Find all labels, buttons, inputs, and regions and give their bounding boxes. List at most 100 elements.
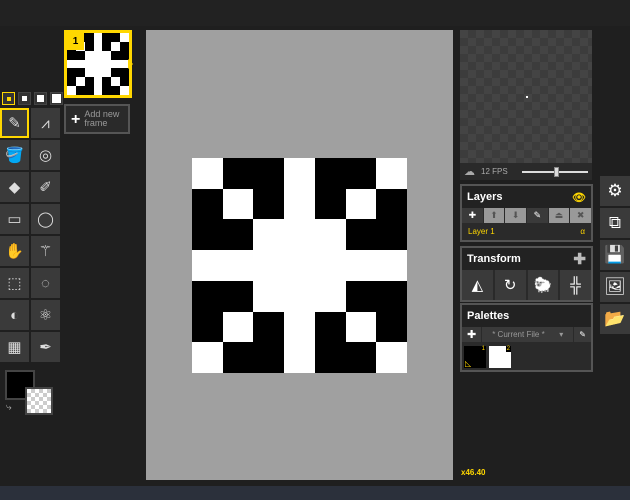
rotate-icon[interactable]: ↻: [494, 270, 526, 300]
swap-colors-icon[interactable]: ⤷: [6, 402, 12, 413]
add-frame-button[interactable]: + Add new frame: [64, 104, 130, 134]
edit-palette-button[interactable]: ✎: [574, 327, 591, 342]
settings-button[interactable]: ⚙: [600, 176, 630, 206]
pixel[interactable]: [222, 311, 254, 343]
pixel[interactable]: [376, 219, 407, 251]
add-layer-button[interactable]: ✚: [462, 208, 483, 223]
pixel[interactable]: [314, 219, 346, 251]
tool-paint-bucket[interactable]: 🪣: [0, 140, 29, 170]
export-button[interactable]: 🖼: [600, 272, 630, 302]
pixel[interactable]: [284, 158, 315, 189]
pixel[interactable]: [345, 188, 377, 220]
open-button[interactable]: 📂: [600, 304, 630, 334]
pixel-canvas[interactable]: [192, 158, 407, 373]
pixel[interactable]: [222, 158, 254, 189]
pixel[interactable]: [345, 280, 377, 312]
pixel[interactable]: [314, 158, 346, 189]
pixel[interactable]: [192, 158, 223, 189]
pixel[interactable]: [192, 342, 223, 373]
pixel[interactable]: [222, 188, 254, 220]
pixel[interactable]: [253, 311, 285, 343]
pixel[interactable]: [376, 250, 407, 281]
pixel[interactable]: [284, 219, 315, 251]
pixel[interactable]: [192, 311, 223, 343]
pixel[interactable]: [376, 342, 407, 373]
pen-size-2[interactable]: [18, 92, 31, 105]
tool-stroke[interactable]: ✐: [31, 172, 60, 202]
tool-color-picker[interactable]: ✒: [31, 332, 60, 362]
frame-thumbnail[interactable]: 1: [64, 30, 133, 98]
edit-layer-button[interactable]: ✎: [527, 208, 548, 223]
tool-circle[interactable]: ◯: [31, 204, 60, 234]
pixel[interactable]: [314, 342, 346, 373]
pixel[interactable]: [345, 158, 377, 189]
fps-slider[interactable]: [521, 166, 588, 177]
pen-size-3[interactable]: [34, 92, 47, 105]
move-layer-down-button[interactable]: ⬇: [505, 208, 527, 223]
eye-icon[interactable]: 👁: [572, 191, 586, 204]
palette-swatch[interactable]: 2: [489, 346, 511, 368]
merge-layer-button[interactable]: ⏏: [548, 208, 570, 223]
tool-rectangle[interactable]: ▭: [0, 204, 29, 234]
tool-shape-selection[interactable]: ⚚: [31, 236, 60, 266]
pixel[interactable]: [253, 342, 285, 373]
pixel[interactable]: [253, 280, 285, 312]
pen-size-1[interactable]: [2, 92, 15, 105]
pixel[interactable]: [222, 342, 254, 373]
tool-move[interactable]: ✋: [0, 236, 29, 266]
add-palette-button[interactable]: ✚: [462, 327, 482, 342]
pixel[interactable]: [192, 280, 223, 312]
fps-slider-handle[interactable]: [553, 166, 559, 177]
flip-icon[interactable]: ◭: [462, 270, 493, 300]
pixel[interactable]: [284, 342, 315, 373]
palette-select[interactable]: * Current File * ▾: [482, 327, 574, 342]
tool-eraser[interactable]: ◆: [0, 172, 29, 202]
tool-paint-all-same-color[interactable]: ◎: [31, 140, 60, 170]
pixel[interactable]: [376, 188, 407, 220]
pixel[interactable]: [314, 250, 346, 281]
pixel[interactable]: [192, 219, 223, 251]
pixel[interactable]: [314, 311, 346, 343]
pixel[interactable]: [284, 311, 315, 343]
pixel[interactable]: [284, 188, 315, 220]
save-button[interactable]: 💾: [600, 240, 630, 270]
center-icon[interactable]: ╬: [560, 270, 591, 300]
pixel[interactable]: [192, 188, 223, 220]
pixel[interactable]: [222, 219, 254, 251]
palette-swatch[interactable]: 1 ◺: [464, 346, 486, 368]
tool-lasso-selection[interactable]: ◌: [31, 268, 60, 298]
pixel[interactable]: [192, 250, 223, 281]
pixel[interactable]: [253, 158, 285, 189]
pixel[interactable]: [253, 250, 285, 281]
resize-button[interactable]: ⧉: [600, 208, 630, 238]
pixel[interactable]: [376, 311, 407, 343]
pixel[interactable]: [345, 342, 377, 373]
pixel[interactable]: [314, 188, 346, 220]
tool-vertical-mirror-pen[interactable]: ⩘: [31, 108, 60, 138]
drawing-area[interactable]: [146, 30, 453, 480]
tool-lighten[interactable]: ◐: [0, 300, 29, 330]
pixel[interactable]: [345, 311, 377, 343]
pixel[interactable]: [253, 188, 285, 220]
tool-rectangle-selection[interactable]: ⬚: [0, 268, 29, 298]
secondary-color[interactable]: [25, 387, 53, 415]
tool-checker[interactable]: ▦: [0, 332, 29, 362]
pixel[interactable]: [376, 280, 407, 312]
pixel[interactable]: [222, 250, 254, 281]
layer-alpha[interactable]: α: [580, 227, 585, 236]
delete-layer-button[interactable]: ✖: [570, 208, 592, 223]
pixel[interactable]: [345, 250, 377, 281]
pixel[interactable]: [222, 280, 254, 312]
tool-pen[interactable]: ✎: [0, 108, 29, 138]
plus-icon[interactable]: ✚: [573, 250, 586, 268]
pixel[interactable]: [345, 219, 377, 251]
move-layer-up-button[interactable]: ⬆: [483, 208, 505, 223]
pen-size-4[interactable]: [50, 92, 63, 105]
clone-sheep-icon[interactable]: 🐑: [527, 270, 559, 300]
pixel[interactable]: [253, 219, 285, 251]
tool-dithering[interactable]: ⚛: [31, 300, 60, 330]
onion-skin-icon[interactable]: ☁: [464, 165, 475, 178]
pixel[interactable]: [376, 158, 407, 189]
layer-item[interactable]: Layer 1 α: [462, 223, 591, 240]
pixel[interactable]: [284, 280, 315, 312]
